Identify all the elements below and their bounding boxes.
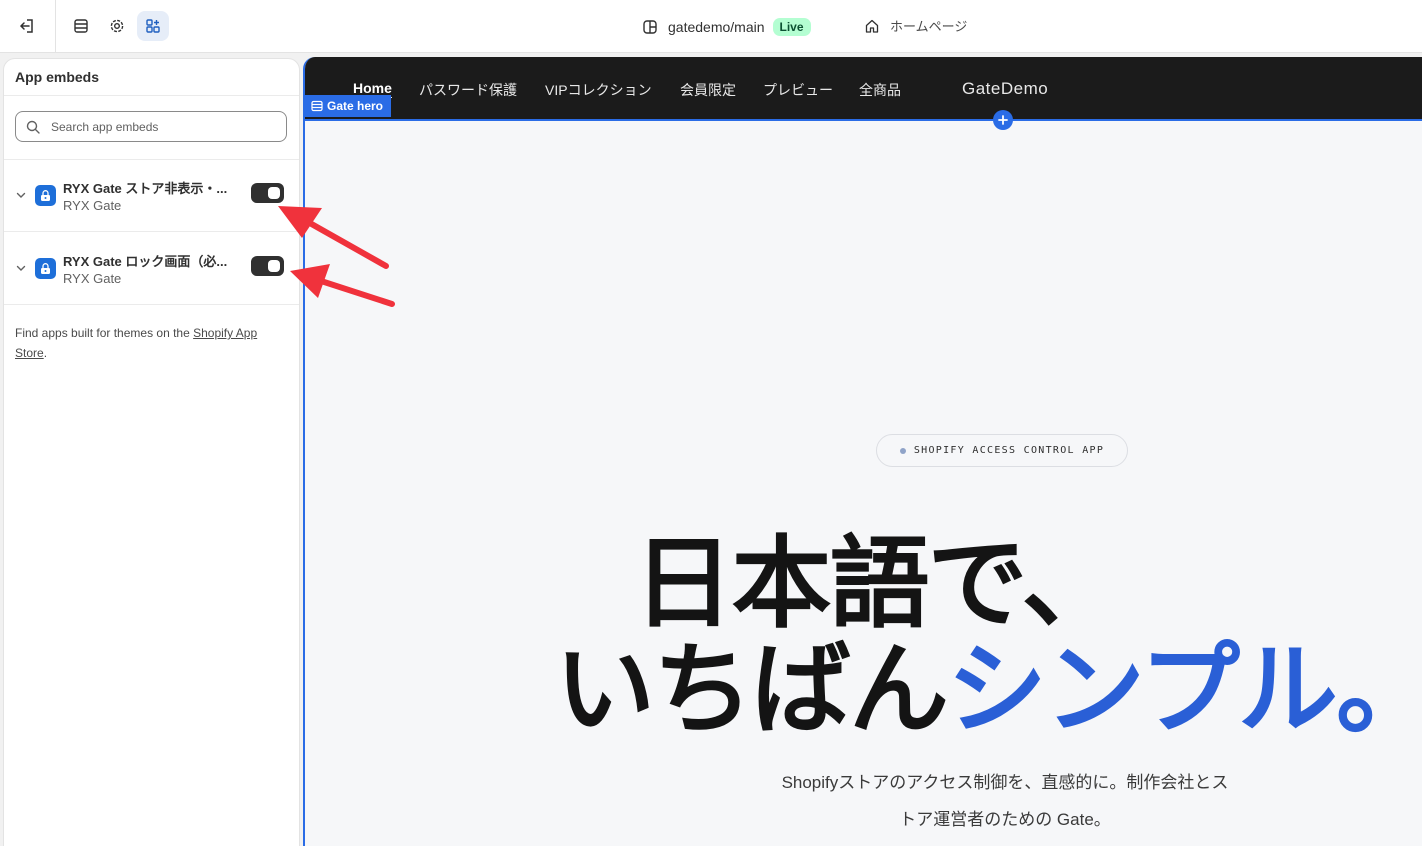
nav-home[interactable]: Home — [353, 80, 392, 96]
headline-plain: いちばん — [555, 631, 949, 748]
embed-title: RYX Gate ストア非表示・... — [63, 181, 228, 196]
eyebrow-dot — [899, 447, 906, 454]
plus-icon — [998, 115, 1008, 125]
embed-toggle[interactable] — [251, 183, 284, 203]
section-icon — [311, 100, 323, 112]
theme-selector[interactable]: gatedemo/main Live — [642, 16, 811, 38]
theme-settings-button[interactable] — [101, 11, 133, 41]
footnote-text: Find apps built for themes on the — [15, 326, 194, 340]
embed-app-name: RYX Gate — [63, 198, 122, 213]
home-icon — [865, 19, 879, 33]
lock-icon — [35, 258, 56, 279]
nav-password[interactable]: パスワード保護 — [419, 80, 517, 100]
hero-subtext-line2: トア運営者のための Gate。 — [899, 810, 1111, 829]
panel-title: App embeds — [15, 69, 100, 85]
app-embeds-panel: App embeds Search app embeds RYX Gate スト… — [3, 58, 300, 846]
sections-button[interactable] — [65, 11, 97, 41]
nav-preview[interactable]: プレビュー — [763, 80, 833, 100]
theme-preview: Home パスワード保護 VIPコレクション 会員限定 プレビュー 全商品 Ga… — [303, 57, 1422, 846]
hero-headline-line1: 日本語で、 — [633, 525, 1122, 642]
toggle-knob — [268, 260, 280, 272]
lock-icon — [35, 185, 56, 206]
app-embeds-button[interactable] — [137, 11, 169, 41]
add-section-button[interactable] — [993, 110, 1013, 130]
store-logo[interactable]: GateDemo — [962, 79, 1048, 99]
nav-vip[interactable]: VIPコレクション — [545, 80, 652, 100]
exit-button[interactable] — [11, 11, 43, 41]
section-tag-label: Gate hero — [327, 99, 384, 113]
chevron-down-icon[interactable] — [15, 262, 27, 274]
sections-icon — [74, 19, 88, 33]
chevron-down-icon[interactable] — [15, 189, 27, 201]
embed-app-name: RYX Gate — [63, 271, 122, 286]
page-label: ホームページ — [890, 19, 968, 34]
section-tag[interactable]: Gate hero — [305, 95, 392, 117]
app-embed-item[interactable]: RYX Gate ロック画面（必... RYX Gate — [4, 232, 299, 304]
hero-subtext-line1: Shopifyストアのアクセス制御を、直感的に。制作会社とス — [781, 773, 1229, 792]
toolbar-divider — [55, 0, 56, 53]
divider — [4, 304, 299, 305]
top-bar: gatedemo/main Live ホームページ — [0, 0, 1422, 53]
footnote: Find apps built for themes on the Shopif… — [15, 323, 290, 363]
exit-icon — [19, 19, 33, 33]
embed-title: RYX Gate ロック画面（必... — [63, 254, 228, 269]
gear-icon — [110, 19, 124, 33]
footnote-period: . — [43, 346, 48, 360]
nav-members[interactable]: 会員限定 — [680, 80, 736, 100]
theme-icon — [643, 20, 657, 34]
search-icon — [26, 120, 40, 134]
hero-headline-line2: いちばんシンプル。 — [435, 640, 1422, 740]
live-badge: Live — [772, 18, 811, 36]
hero-eyebrow: SHOPIFY ACCESS CONTROL APP — [876, 434, 1128, 467]
search-placeholder: Search app embeds — [51, 119, 159, 134]
eyebrow-text: SHOPIFY ACCESS CONTROL APP — [913, 445, 1105, 456]
page-selector[interactable]: ホームページ — [864, 16, 967, 35]
search-input[interactable]: Search app embeds — [15, 111, 287, 142]
embed-toggle[interactable] — [251, 256, 284, 276]
headline-accent: シンプル。 — [947, 631, 1422, 748]
nav-all-products[interactable]: 全商品 — [859, 80, 901, 100]
divider — [4, 95, 299, 96]
apps-icon — [146, 19, 160, 33]
store-name: gatedemo/main — [668, 19, 765, 35]
selection-outline — [305, 119, 1422, 121]
app-embed-item[interactable]: RYX Gate ストア非表示・... RYX Gate — [4, 159, 299, 231]
store-header: Home パスワード保護 VIPコレクション 会員限定 プレビュー 全商品 Ga… — [305, 57, 1422, 119]
toggle-knob — [268, 187, 280, 199]
